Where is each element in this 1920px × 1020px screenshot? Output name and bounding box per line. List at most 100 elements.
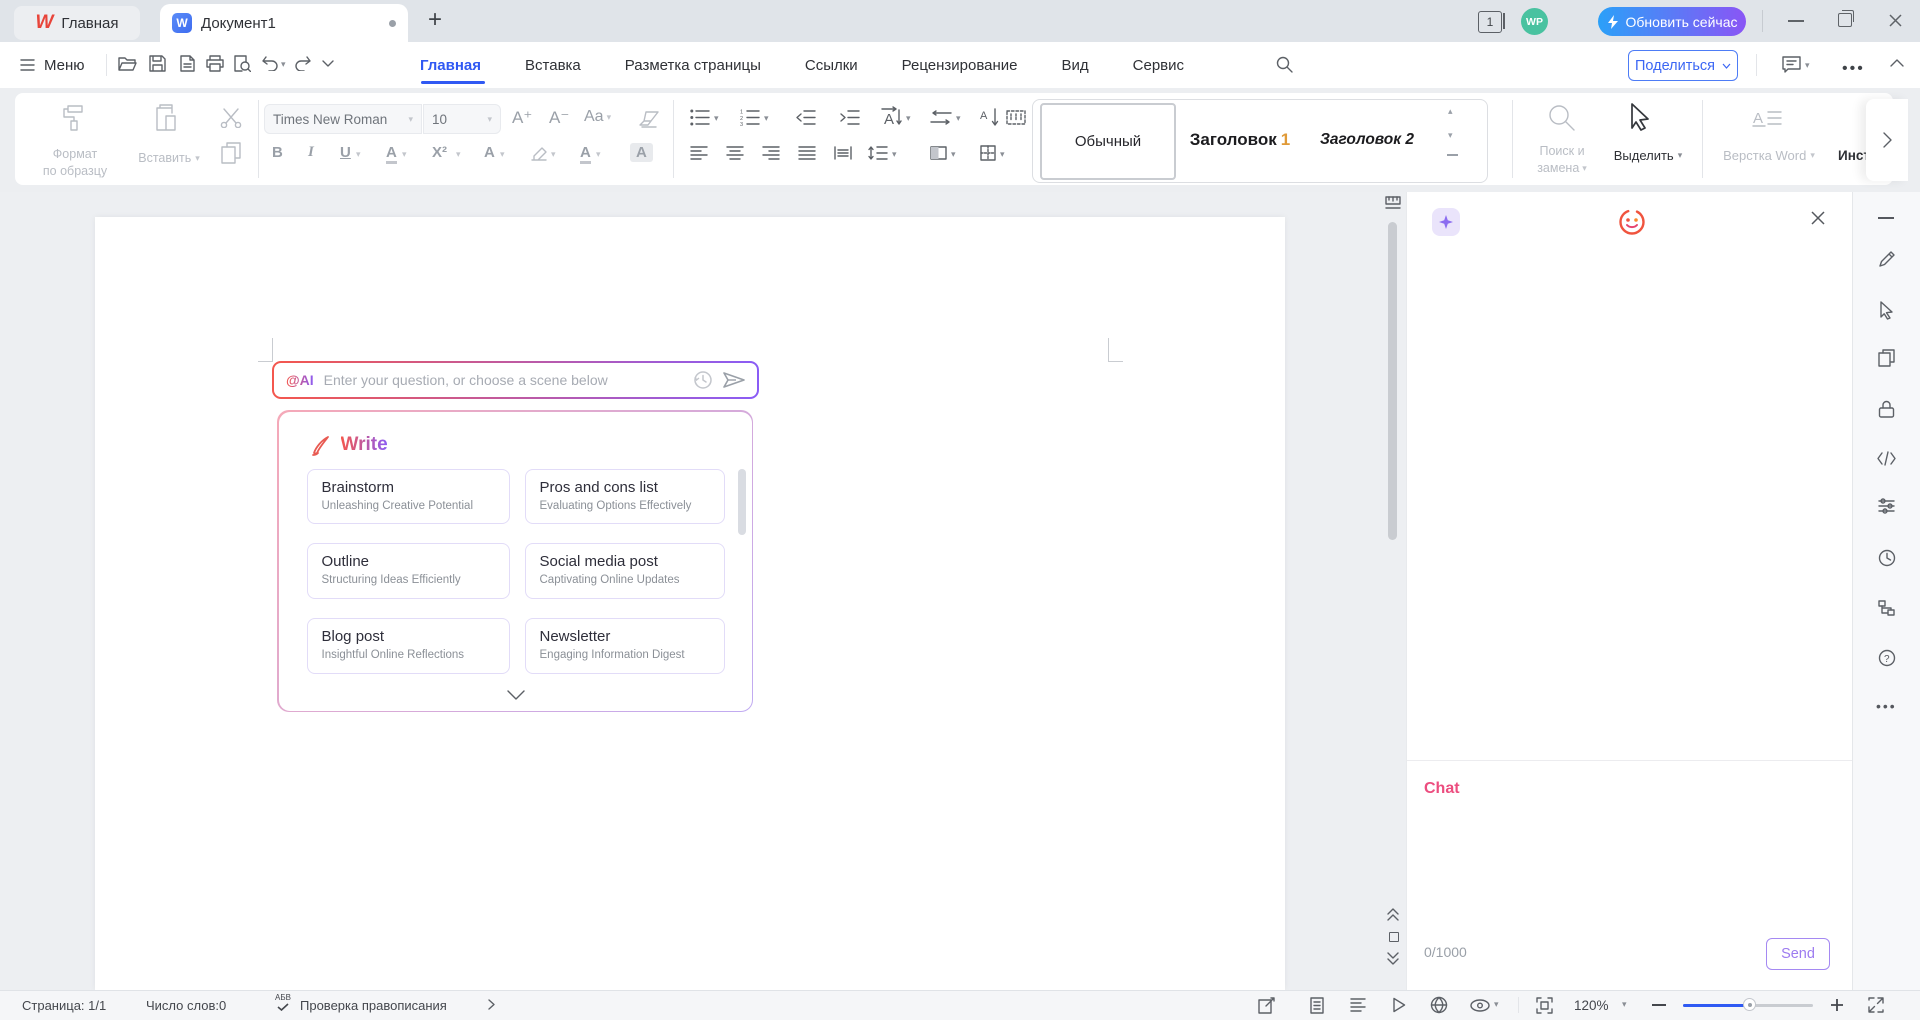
fullscreen-icon[interactable] [1868,997,1884,1013]
style-heading2[interactable]: Заголовок 2 [1308,103,1426,176]
web-view-icon[interactable] [1430,996,1448,1014]
print-icon[interactable] [206,55,224,72]
comments-dropdown-icon[interactable]: ▾ [1805,61,1810,70]
new-tab-button[interactable]: + [428,6,442,34]
borders-icon[interactable] [980,145,996,161]
align-center-icon[interactable] [726,146,744,160]
ai-prompt-placeholder[interactable]: Enter your question, or choose a scene b… [324,372,683,388]
sidebar-code-icon[interactable] [1877,451,1896,466]
minimize-button[interactable] [1788,20,1804,22]
word-layout-button[interactable]: Верстка Word▾ [1716,148,1822,163]
read-mode-icon[interactable] [1470,999,1490,1012]
zoom-dropdown-icon[interactable]: ▾ [1622,1000,1627,1009]
sidebar-more-icon[interactable]: ••• [1876,698,1897,714]
previous-page-icon[interactable] [1387,908,1399,921]
sidebar-lock-icon[interactable] [1878,400,1895,418]
decrease-indent-icon[interactable] [796,109,816,126]
sidebar-structure-icon[interactable] [1878,600,1895,616]
styles-scroll-up-icon[interactable]: ▴ [1448,106,1453,117]
style-heading1[interactable]: Заголовок 1 [1180,103,1300,176]
borders-dropdown-icon[interactable]: ▾ [1000,150,1005,159]
home-tab[interactable]: W Главная [14,6,140,40]
decrease-font-button[interactable]: A⁻ [549,108,569,128]
align-justify-icon[interactable] [798,146,816,160]
increase-indent-icon[interactable] [840,109,860,126]
text-effects-button[interactable]: A [484,144,495,161]
wrap-dropdown-icon[interactable]: ▾ [956,114,961,123]
shading-icon[interactable] [930,146,947,160]
outline-view-icon[interactable] [1350,998,1366,1012]
numbered-list-dropdown-icon[interactable]: ▾ [764,114,769,123]
more-quick-commands-icon[interactable] [322,60,334,68]
next-page-icon[interactable] [1387,952,1399,965]
open-file-icon[interactable] [118,56,137,72]
send-prompt-icon[interactable] [723,372,745,388]
scene-card-outline[interactable]: Outline Structuring Ideas Efficiently [307,543,510,599]
unsaved-dot-icon[interactable] [389,20,396,27]
tab-page-layout[interactable]: Разметка страницы [625,57,761,74]
text-direction-dropdown-icon[interactable]: ▾ [906,114,911,123]
superscript-button[interactable]: X² [432,144,447,161]
zoom-out-button[interactable] [1652,1004,1666,1006]
bold-button[interactable]: B [272,144,283,161]
save-icon[interactable] [149,55,166,72]
comments-icon[interactable] [1782,56,1801,73]
text-direction-icon[interactable]: A [880,106,902,128]
scene-card-pros-cons[interactable]: Pros and cons list Evaluating Options Ef… [525,469,725,524]
undo-icon[interactable] [262,56,278,71]
main-menu-button[interactable]: Меню [20,52,85,78]
bullet-list-icon[interactable] [690,109,710,126]
ink-edit-icon[interactable] [1258,997,1275,1014]
tab-tools[interactable]: Сервис [1133,57,1184,74]
more-menu-icon[interactable]: ••• [1842,60,1865,78]
font-color-dropdown-icon[interactable]: ▾ [596,150,601,159]
style-normal[interactable]: Обычный [1040,103,1176,180]
zoom-in-button[interactable] [1830,998,1844,1012]
paste-button[interactable]: Вставить▾ [134,150,204,167]
chat-send-button[interactable]: Send [1766,938,1830,970]
ai-assistant-icon[interactable] [1432,208,1460,236]
sidebar-history-icon[interactable] [1878,549,1896,567]
expand-scenes-icon[interactable] [507,690,525,700]
scene-card-social-media[interactable]: Social media post Captivating Online Upd… [525,543,725,599]
play-view-icon[interactable] [1392,997,1406,1013]
font-name-select[interactable]: Times New Roman ▾ [264,104,422,134]
line-spacing-dropdown-icon[interactable]: ▾ [892,150,897,159]
sidebar-collapse-icon[interactable] [1878,217,1894,219]
clear-format-icon[interactable] [638,110,660,128]
write-panel-scrollbar[interactable] [738,469,746,535]
zoom-level[interactable]: 120% [1574,998,1609,1013]
ruler-toggle-icon[interactable] [1385,196,1401,210]
redo-icon[interactable] [295,56,311,71]
ai-prompt-bar[interactable]: @AI Enter your question, or choose a sce… [272,361,759,399]
scene-card-blog-post[interactable]: Blog post Insightful Online Reflections [307,618,510,674]
wrap-icon[interactable] [930,110,952,125]
zoom-slider-thumb[interactable] [1743,998,1756,1011]
highlight-icon[interactable] [530,146,548,162]
find-replace-button[interactable]: Поиск и замена▾ [1522,143,1602,177]
text-effects-dropdown-icon[interactable]: ▾ [500,150,505,159]
tab-references[interactable]: Ссылки [805,57,858,74]
styles-scroll-down-icon[interactable]: ▾ [1448,130,1453,141]
tab-view[interactable]: Вид [1062,57,1089,74]
char-underline-dropdown-icon[interactable]: ▾ [402,150,407,159]
collapse-ribbon-icon[interactable] [1890,58,1904,67]
page-view-icon[interactable] [1310,997,1324,1014]
share-button[interactable]: Поделиться [1628,50,1738,81]
ribbon-search-icon[interactable] [1276,56,1293,73]
fit-page-icon[interactable] [1536,997,1553,1014]
undo-dropdown-icon[interactable]: ▾ [281,60,286,69]
numbered-list-icon[interactable]: 123 [740,109,760,126]
status-words[interactable]: Число слов:0 [146,998,226,1013]
underline-dropdown-icon[interactable]: ▾ [356,150,361,159]
status-page[interactable]: Страница: 1/1 [22,998,106,1013]
scene-card-brainstorm[interactable]: Brainstorm Unleashing Creative Potential [307,469,510,524]
sort-icon[interactable]: А [980,107,1000,128]
italic-button[interactable]: I [308,144,314,161]
status-spellcheck[interactable]: Проверка правописания [300,998,447,1013]
ribbon-expand-button[interactable] [1866,99,1908,181]
scene-card-newsletter[interactable]: Newsletter Engaging Information Digest [525,618,725,674]
shading-dropdown-icon[interactable]: ▾ [951,150,956,159]
underline-button[interactable]: U [340,144,351,161]
read-mode-dropdown-icon[interactable]: ▾ [1494,1000,1499,1009]
